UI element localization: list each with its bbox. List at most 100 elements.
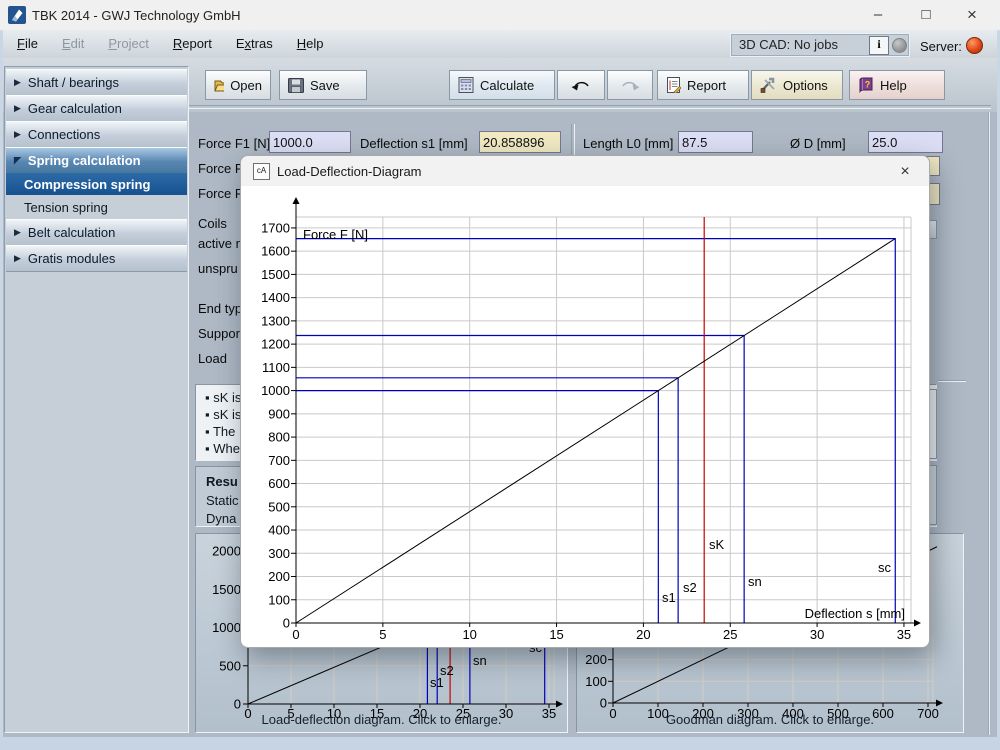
input-length-l0-mm[interactable] — [678, 131, 753, 153]
svg-text:1000: 1000 — [261, 383, 290, 398]
svg-text:sn: sn — [473, 653, 487, 668]
svg-text:1500: 1500 — [261, 267, 290, 282]
undo-button[interactable] — [557, 70, 605, 100]
field-label: Force F — [198, 161, 243, 176]
field-label: Coils — [198, 216, 227, 231]
note-line: ▪ sK is — [205, 407, 242, 422]
svg-text:100: 100 — [268, 592, 290, 607]
window-bottom-border — [0, 737, 1000, 750]
field-label: Deflection s1 [mm] — [360, 136, 468, 151]
undo-icon — [571, 81, 589, 91]
field-label: Suppor — [198, 326, 240, 341]
svg-text:sn: sn — [748, 574, 762, 589]
collapsed-arrow-icon: ▶ — [14, 129, 21, 139]
sidebar-item-belt-calculation[interactable]: ▶ Belt calculation — [6, 219, 187, 246]
input-deflection-s1-mm[interactable] — [479, 131, 561, 153]
field-label: active n — [198, 236, 243, 251]
save-button[interactable]: Save — [279, 70, 367, 100]
sidebar-item-tension-spring[interactable]: Tension spring — [6, 196, 187, 218]
open-button[interactable]: Open — [205, 70, 271, 100]
sidebar-item-spring-calculation[interactable]: ◤ Spring calculation — [6, 147, 187, 174]
sidebar-item-compression-spring[interactable]: Compression spring — [6, 173, 187, 195]
cad-status-box: 3D CAD: No jobs i — [730, 33, 910, 57]
menu-project: Project — [108, 36, 149, 51]
calculate-label: Calculate — [480, 77, 535, 93]
info-button[interactable]: i — [869, 36, 889, 55]
input-force-f1-n[interactable] — [269, 131, 351, 153]
collapsed-arrow-icon: ▶ — [14, 253, 21, 263]
svg-text:sc: sc — [878, 560, 892, 575]
save-floppy-icon — [288, 77, 304, 93]
field-label: Force F1 [N] — [198, 136, 271, 151]
svg-text:600: 600 — [268, 476, 290, 491]
help-book-icon: ? — [859, 77, 873, 93]
help-button[interactable]: ? Help — [849, 70, 945, 100]
svg-text:500: 500 — [268, 499, 290, 514]
sidebar: ▶ Shaft / bearings ▶ Gear calculation ▶ Conne… — [4, 66, 189, 733]
svg-text:200: 200 — [585, 652, 607, 667]
maximize-button[interactable]: □ — [904, 0, 948, 30]
load-deflection-chart: 0 5 10 15 20 25 30 35 0 100 200 300 400 500 600 700 800 9… — [261, 197, 921, 642]
svg-text:1500: 1500 — [212, 582, 241, 597]
calculator-icon — [458, 77, 474, 93]
options-button[interactable]: Options — [751, 70, 843, 100]
results-title: Resu — [206, 474, 238, 489]
collapsed-arrow-icon: ▶ — [14, 77, 21, 87]
tools-icon — [760, 77, 775, 93]
close-button[interactable]: × — [950, 0, 994, 30]
menu-help[interactable]: Help — [285, 30, 336, 58]
report-label: Report — [687, 77, 727, 93]
server-label: Server: — [920, 39, 962, 54]
note-line: ▪ The — [205, 424, 236, 439]
redo-button[interactable] — [607, 70, 653, 100]
menu-report[interactable]: Report — [161, 30, 224, 58]
cad-status-led — [892, 38, 907, 53]
svg-text:0: 0 — [292, 627, 299, 642]
window-title: TBK 2014 - GWJ Technology GmbH — [32, 8, 241, 23]
svg-text:1100: 1100 — [262, 360, 290, 375]
svg-text:30: 30 — [810, 627, 824, 642]
svg-text:25: 25 — [723, 627, 737, 642]
svg-text:1200: 1200 — [261, 337, 290, 352]
results-row: Static — [206, 493, 239, 508]
sidebar-item-gear-calculation[interactable]: ▶ Gear calculation — [6, 95, 187, 122]
svg-text:2000: 2000 — [212, 544, 241, 559]
dialog-title: Load-Deflection-Diagram — [277, 164, 422, 179]
expanded-arrow-icon: ◤ — [14, 155, 21, 165]
field-label: End typ — [198, 301, 243, 316]
svg-text:1600: 1600 — [261, 244, 290, 259]
collapsed-arrow-icon: ▶ — [14, 103, 21, 113]
app-logo-icon — [8, 6, 26, 24]
menubar: File Edit Project Report Extras Help 3D CAD: … — [3, 30, 997, 59]
report-document-icon — [667, 77, 681, 93]
menu-extras[interactable]: Extras — [224, 30, 285, 58]
dialog-titlebar[interactable]: cA Load-Deflection-Diagram × — [241, 156, 929, 186]
sidebar-item-gratis-modules[interactable]: ▶ Gratis modules — [6, 245, 187, 272]
sidebar-item-connections[interactable]: ▶ Connections — [6, 121, 187, 148]
svg-text:35: 35 — [897, 627, 911, 642]
redo-icon — [622, 81, 640, 91]
svg-text:sK: sK — [709, 537, 725, 552]
save-label: Save — [310, 77, 340, 93]
input-d-mm[interactable] — [868, 131, 943, 153]
field-label: Force F — [198, 186, 243, 201]
load-deflection-caption: Load-deflection diagram. Click to enlarg… — [261, 712, 502, 727]
svg-text:500: 500 — [219, 658, 241, 673]
sidebar-item-shaft-bearings[interactable]: ▶ Shaft / bearings — [6, 69, 187, 96]
svg-text:10: 10 — [462, 627, 476, 642]
note-line: ▪ Whe — [205, 441, 240, 456]
help-label: Help — [880, 77, 907, 93]
svg-text:15: 15 — [549, 627, 563, 642]
open-label: Open — [230, 77, 262, 93]
menu-items: File Edit Project Report Extras Help — [5, 30, 335, 58]
svg-text:0: 0 — [600, 696, 607, 711]
field-label: Load — [198, 351, 227, 366]
minimize-button[interactable]: – — [856, 0, 900, 30]
svg-text:200: 200 — [268, 569, 290, 584]
collapsed-arrow-icon: ▶ — [14, 227, 21, 237]
svg-text:0: 0 — [234, 697, 241, 712]
report-button[interactable]: Report — [657, 70, 749, 100]
dialog-close-button[interactable]: × — [895, 162, 915, 182]
menu-file[interactable]: File — [5, 30, 50, 58]
calculate-button[interactable]: Calculate — [449, 70, 555, 100]
